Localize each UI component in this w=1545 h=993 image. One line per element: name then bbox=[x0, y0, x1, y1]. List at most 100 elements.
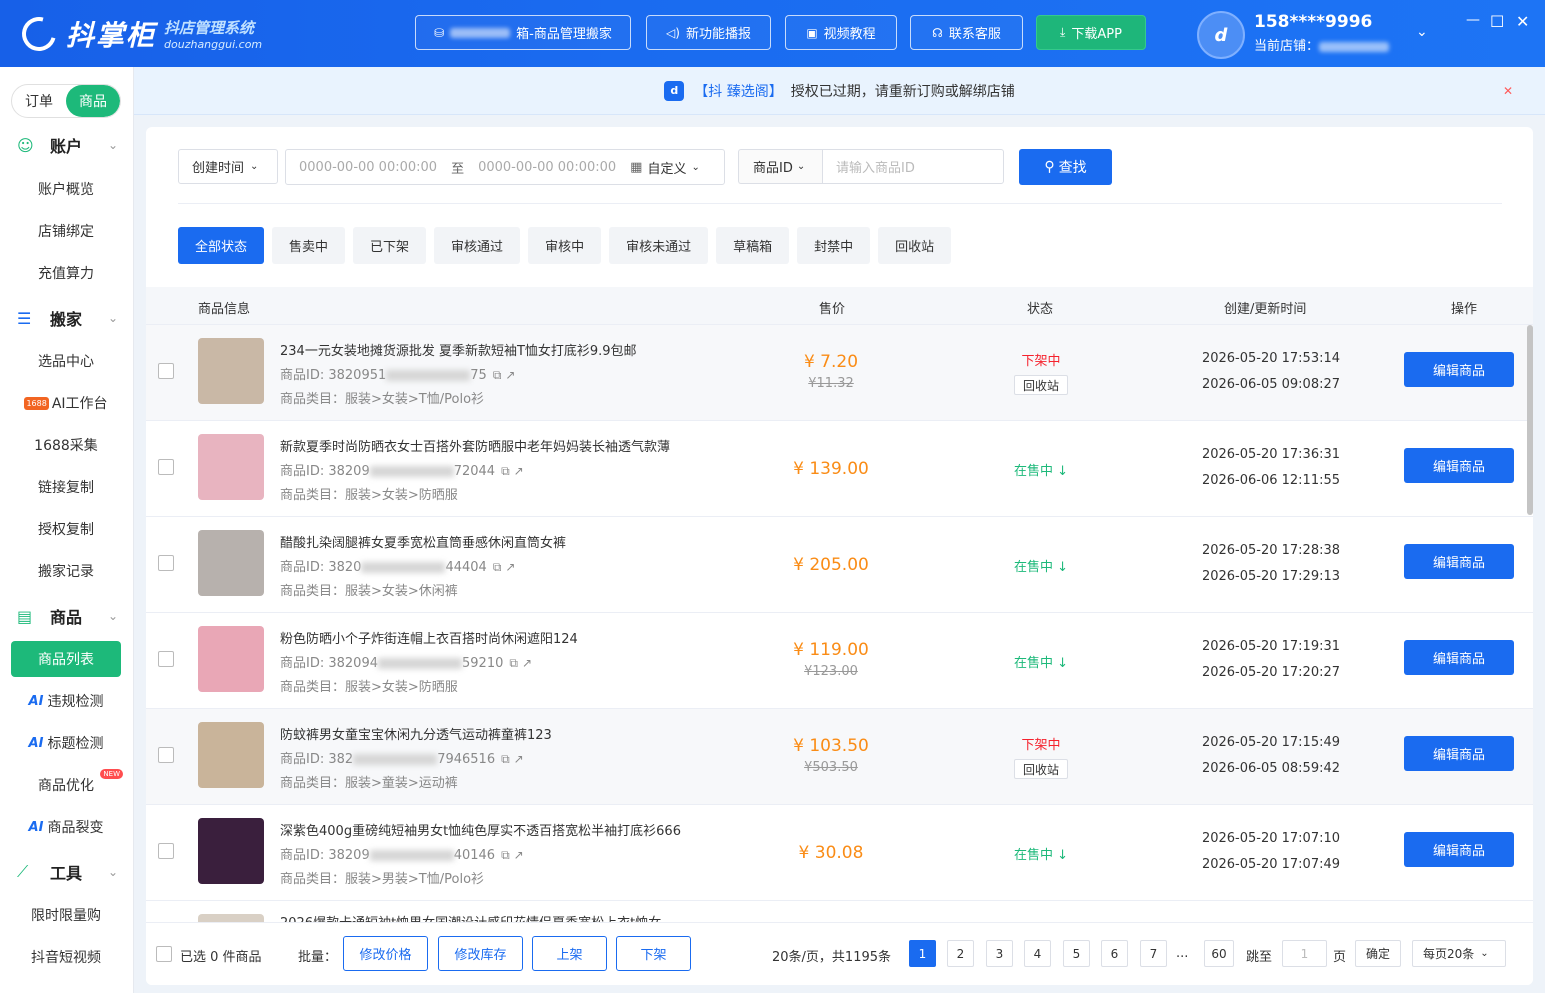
video-tutorial-button[interactable]: ▣ 视频教程 bbox=[785, 15, 897, 50]
sidebar-item-limit-buy[interactable]: 限时限量购 bbox=[11, 897, 121, 933]
edit-goods-button[interactable]: 编辑商品 bbox=[1404, 448, 1514, 483]
page-2-button[interactable]: 2 bbox=[947, 940, 974, 967]
page-ellipsis: ... bbox=[1176, 946, 1189, 961]
external-link-icon[interactable]: ↗ bbox=[514, 752, 524, 766]
tab-recycle[interactable]: 回收站 bbox=[878, 227, 952, 264]
download-app-button[interactable]: ⤓ 下载APP bbox=[1036, 15, 1146, 50]
sidebar-item-pick-center[interactable]: 选品中心 bbox=[11, 343, 121, 379]
sidebar-item-goods-optimize[interactable]: 商品优化 NEW bbox=[11, 767, 123, 803]
page-4-button[interactable]: 4 bbox=[1024, 940, 1051, 967]
sidebar-item-link-copy[interactable]: 链接复制 bbox=[11, 469, 121, 505]
goods-id-input[interactable]: 请输入商品ID bbox=[822, 149, 1004, 184]
group-goods[interactable]: ▤ 商品 ⌄ bbox=[0, 598, 134, 634]
tab-off-shelf[interactable]: 已下架 bbox=[353, 227, 427, 264]
minimize-icon[interactable]: — bbox=[1466, 12, 1480, 28]
avatar[interactable]: d bbox=[1197, 11, 1245, 59]
tab-goods[interactable]: 商品 bbox=[66, 85, 120, 117]
row-checkbox[interactable] bbox=[158, 747, 174, 763]
confirm-jump-button[interactable]: 确定 bbox=[1355, 940, 1401, 967]
per-page-select[interactable]: 每页20条 ⌄ bbox=[1412, 940, 1506, 967]
external-link-icon[interactable]: ↗ bbox=[514, 464, 524, 478]
row-checkbox[interactable] bbox=[158, 843, 174, 859]
sidebar-item-auth-copy[interactable]: 授权复制 bbox=[11, 511, 121, 547]
product-name[interactable]: 新款夏季时尚防晒衣女士百搭外套防晒服中老年妈妈装长袖透气款薄 bbox=[280, 436, 670, 455]
scrollbar[interactable] bbox=[1527, 325, 1533, 515]
tab-drafts[interactable]: 草稿箱 bbox=[716, 227, 790, 264]
copy-icon[interactable]: ⧉ bbox=[493, 368, 502, 382]
page-6-button[interactable]: 6 bbox=[1101, 940, 1128, 967]
maximize-icon[interactable]: ☐ bbox=[1490, 12, 1504, 31]
batch-offshelf-button[interactable]: 下架 bbox=[616, 936, 691, 971]
page-1-button[interactable]: 1 bbox=[909, 940, 936, 967]
close-icon[interactable]: ✕ bbox=[1516, 12, 1529, 31]
product-name[interactable]: 深紫色400g重磅纯短袖男女t恤纯色厚实不透百搭宽松半袖打底衫666 bbox=[280, 820, 681, 839]
sidebar-item-move-record[interactable]: 搬家记录 bbox=[11, 553, 121, 589]
start-date-input[interactable]: 0000-00-00 00:00:00 bbox=[299, 160, 437, 175]
page-5-button[interactable]: 5 bbox=[1063, 940, 1090, 967]
row-checkbox[interactable] bbox=[158, 363, 174, 379]
end-date-input[interactable]: 0000-00-00 00:00:00 bbox=[478, 160, 616, 175]
product-name[interactable]: 醋酸扎染阔腿裤女夏季宽松直筒垂感休闲直筒女裤 bbox=[280, 532, 566, 551]
edit-goods-button[interactable]: 编辑商品 bbox=[1404, 640, 1514, 675]
copy-icon[interactable]: ⧉ bbox=[509, 656, 518, 670]
product-name[interactable]: 防蚊裤男女童宝宝休闲九分透气运动裤童裤123 bbox=[280, 724, 552, 743]
copy-icon[interactable]: ⧉ bbox=[493, 560, 502, 574]
custom-range-select[interactable]: 自定义 bbox=[647, 158, 686, 177]
page-7-button[interactable]: 7 bbox=[1140, 940, 1167, 967]
group-account[interactable]: ☺ 账户 ⌄ bbox=[0, 127, 134, 163]
copy-icon[interactable]: ⧉ bbox=[501, 464, 510, 478]
sidebar-item-violation-check[interactable]: AI 违规检测 bbox=[11, 683, 121, 719]
original-price: ¥503.50 bbox=[804, 760, 858, 775]
sidebar-item-goods-list[interactable]: 商品列表 bbox=[11, 641, 121, 677]
edit-goods-button[interactable]: 编辑商品 bbox=[1404, 832, 1514, 867]
page-last-button[interactable]: 60 bbox=[1204, 940, 1234, 967]
tab-rejected[interactable]: 审核未通过 bbox=[609, 227, 709, 264]
sidebar-item-account-overview[interactable]: 账户概览 bbox=[11, 171, 121, 207]
external-link-icon[interactable]: ↗ bbox=[505, 368, 515, 382]
edit-goods-button[interactable]: 编辑商品 bbox=[1404, 736, 1514, 771]
row-checkbox[interactable] bbox=[158, 651, 174, 667]
tab-reviewing[interactable]: 审核中 bbox=[528, 227, 602, 264]
select-all-checkbox[interactable] bbox=[156, 946, 172, 962]
sidebar-item-goods-split[interactable]: AI 商品裂变 bbox=[11, 809, 121, 845]
sidebar-item-shop-bind[interactable]: 店铺绑定 bbox=[11, 213, 121, 249]
goods-move-button[interactable]: ⛁ 箱-商品管理搬家 bbox=[415, 15, 631, 50]
search-button[interactable]: ⚲ 查找 bbox=[1019, 149, 1112, 185]
sidebar-item-recharge[interactable]: 充值算力 bbox=[11, 255, 121, 291]
copy-icon[interactable]: ⧉ bbox=[501, 848, 510, 862]
group-tools[interactable]: ⟋ 工具 ⌄ bbox=[0, 854, 134, 890]
copy-icon[interactable]: ⧉ bbox=[501, 752, 510, 766]
new-feature-button[interactable]: ◁) 新功能播报 bbox=[646, 15, 771, 50]
date-range-picker[interactable]: 0000-00-00 00:00:00 至 0000-00-00 00:00:0… bbox=[285, 149, 725, 185]
group-move[interactable]: ☰ 搬家 ⌄ bbox=[0, 300, 134, 336]
user-info[interactable]: 158****9996 当前店铺： bbox=[1254, 12, 1390, 54]
sidebar-item-1688-collect[interactable]: 1688采集 bbox=[11, 427, 121, 463]
tab-all[interactable]: 全部状态 bbox=[178, 227, 265, 264]
product-name[interactable]: 234一元女装地摊货源批发 夏季新款短袖T恤女打底衫9.9包邮 bbox=[280, 340, 637, 359]
external-link-icon[interactable]: ↗ bbox=[505, 560, 515, 574]
page-3-button[interactable]: 3 bbox=[986, 940, 1013, 967]
edit-goods-button[interactable]: 编辑商品 bbox=[1404, 352, 1514, 387]
edit-goods-button[interactable]: 编辑商品 bbox=[1404, 544, 1514, 579]
sidebar-item-title-check[interactable]: AI 标题检测 bbox=[11, 725, 121, 761]
batch-stock-button[interactable]: 修改库存 bbox=[438, 936, 523, 971]
product-name[interactable]: 粉色防晒小个子炸街连帽上衣百搭时尚休闲遮阳124 bbox=[280, 628, 578, 647]
batch-price-button[interactable]: 修改价格 bbox=[343, 936, 428, 971]
close-icon[interactable]: ✕ bbox=[1503, 84, 1513, 98]
jump-page-input[interactable]: 1 bbox=[1282, 940, 1327, 967]
chevron-down-icon[interactable]: ⌄ bbox=[1416, 24, 1428, 40]
row-checkbox[interactable] bbox=[158, 555, 174, 571]
time-type-select[interactable]: 创建时间 ⌄ bbox=[178, 149, 278, 184]
tab-approved[interactable]: 审核通过 bbox=[434, 227, 521, 264]
contact-service-button[interactable]: ☊ 联系客服 bbox=[910, 15, 1023, 50]
tab-selling[interactable]: 售卖中 bbox=[272, 227, 346, 264]
external-link-icon[interactable]: ↗ bbox=[522, 656, 532, 670]
tab-banned[interactable]: 封禁中 bbox=[797, 227, 871, 264]
external-link-icon[interactable]: ↗ bbox=[514, 848, 524, 862]
sidebar-item-douyin-video[interactable]: 抖音短视频 bbox=[11, 939, 121, 975]
row-checkbox[interactable] bbox=[158, 459, 174, 475]
tab-order[interactable]: 订单 bbox=[12, 85, 66, 117]
batch-onshelf-button[interactable]: 上架 bbox=[532, 936, 607, 971]
id-type-select[interactable]: 商品ID ⌄ bbox=[738, 149, 822, 184]
sidebar-item-ai-workbench[interactable]: 1688 AI工作台 bbox=[11, 385, 121, 421]
